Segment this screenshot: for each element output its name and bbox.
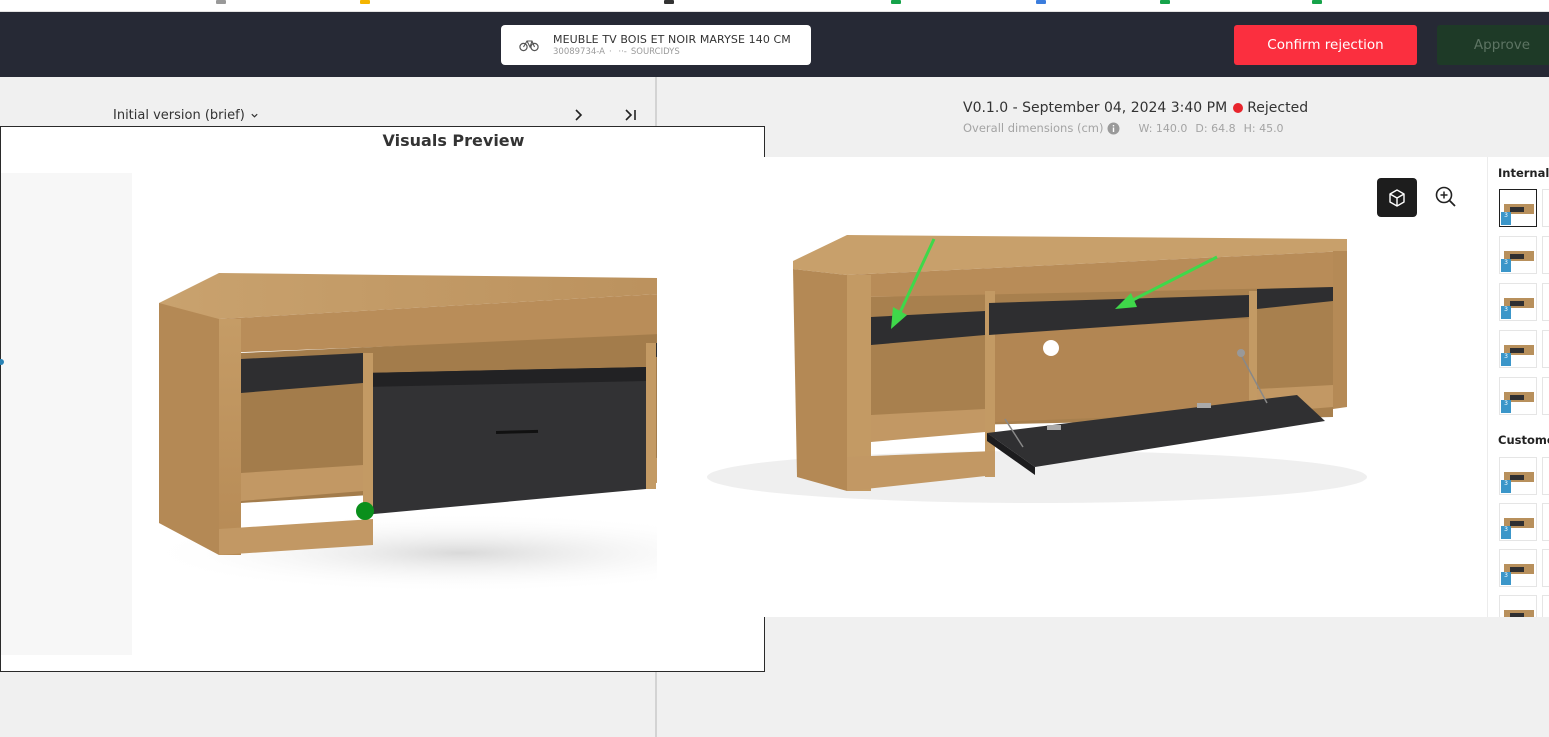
- thumbnail[interactable]: [1542, 236, 1549, 274]
- annotation-marker[interactable]: [356, 502, 374, 520]
- thumbnail[interactable]: [1542, 283, 1549, 321]
- version-line: V0.1.0 - September 04, 2024 3:40 PM Reje…: [963, 100, 1308, 116]
- review-topbar: MEUBLE TV BOIS ET NOIR MARYSE 140 CM 300…: [0, 12, 1549, 77]
- thumbnail[interactable]: [1542, 330, 1549, 368]
- 3d-view-button[interactable]: [1377, 178, 1417, 217]
- bookmark-icon[interactable]: [1312, 0, 1322, 4]
- render-viewer[interactable]: [657, 157, 1487, 617]
- customer-heading: Customer: [1498, 433, 1549, 447]
- dimension-height: H: 45.0: [1243, 121, 1284, 135]
- status-badge: Rejected: [1247, 100, 1309, 116]
- thumbnail-badge: 3: [1501, 526, 1511, 539]
- thumbnail[interactable]: 3: [1499, 457, 1537, 495]
- thumbnail[interactable]: 3: [1499, 377, 1537, 415]
- thumbnail-column: Internal 3 3 3 3 3 Customer 3 3 3 3: [1487, 157, 1549, 617]
- bookmark-icon[interactable]: [360, 0, 370, 4]
- skip-last-icon[interactable]: [624, 108, 638, 122]
- bike-icon: [519, 40, 539, 52]
- chevron-down-icon: [251, 113, 258, 118]
- bookmark-icon[interactable]: [1160, 0, 1170, 4]
- thumbnail-badge: 3: [1501, 306, 1511, 319]
- version-selector-label: Initial version (brief): [113, 108, 245, 123]
- dimension-depth: D: 64.8: [1195, 121, 1236, 135]
- thumbnail[interactable]: [1542, 503, 1549, 541]
- bookmark-icon[interactable]: [891, 0, 901, 4]
- browser-bookmark-strip: [0, 0, 1549, 12]
- thumbnail[interactable]: 3: [1499, 236, 1537, 274]
- thumbnail[interactable]: [1542, 189, 1549, 227]
- visuals-preview-window[interactable]: Visuals Preview: [0, 126, 765, 672]
- thumbnail[interactable]: 3: [1499, 549, 1537, 587]
- product-chip[interactable]: MEUBLE TV BOIS ET NOIR MARYSE 140 CM 300…: [501, 25, 811, 65]
- thumbnail[interactable]: [1542, 549, 1549, 587]
- thumbnail-image: [1504, 610, 1534, 617]
- version-label: V0.1.0 - September 04, 2024 3:40 PM: [963, 100, 1228, 116]
- preview-side-pane: [1, 173, 132, 655]
- bookmark-icon[interactable]: [664, 0, 674, 4]
- version-selector[interactable]: Initial version (brief): [113, 108, 259, 123]
- chevron-right-icon[interactable]: [573, 108, 585, 122]
- meta-separator: ·: [608, 46, 612, 57]
- product-sku: 30089734-A: [553, 46, 605, 57]
- thumbnail-badge: 3: [1501, 400, 1511, 413]
- thumbnail-badge: 3: [1501, 480, 1511, 493]
- product-supplier: SOURCIDYS: [630, 46, 680, 57]
- right-panel-header: V0.1.0 - September 04, 2024 3:40 PM Reje…: [657, 77, 1549, 157]
- zoom-in-icon[interactable]: [1433, 184, 1459, 210]
- thumbnail[interactable]: [1542, 377, 1549, 415]
- confirm-rejection-button[interactable]: Confirm rejection: [1234, 25, 1417, 65]
- status-dot: [1233, 103, 1244, 113]
- thumbnail[interactable]: 3: [1499, 503, 1537, 541]
- cube-3d-icon: [1389, 188, 1405, 207]
- thumbnail[interactable]: [1542, 595, 1549, 617]
- thumbnail-badge: 3: [1501, 259, 1511, 272]
- internal-heading: Internal: [1498, 166, 1549, 180]
- thumbnail[interactable]: 3: [1499, 189, 1537, 227]
- left-panel-header: Initial version (brief): [0, 77, 655, 127]
- thumbnail-badge: 3: [1501, 353, 1511, 366]
- thumbnail-badge: 3: [1501, 572, 1511, 585]
- info-icon[interactable]: [1107, 122, 1120, 135]
- dimensions-label: Overall dimensions (cm): [963, 121, 1104, 135]
- supplier-icon: ··-: [618, 46, 627, 57]
- thumbnail[interactable]: [1542, 457, 1549, 495]
- bookmark-icon[interactable]: [1036, 0, 1046, 4]
- render-product-image: [707, 235, 1367, 503]
- dimensions-line: Overall dimensions (cm) W: 140.0 D: 64.8…: [963, 121, 1292, 135]
- product-meta: 30089734-A · ··- SOURCIDYS: [553, 46, 791, 58]
- thumbnail[interactable]: 3: [1499, 330, 1537, 368]
- dimension-width: W: 140.0: [1138, 121, 1188, 135]
- thumbnail[interactable]: 3: [1499, 283, 1537, 321]
- product-title: MEUBLE TV BOIS ET NOIR MARYSE 140 CM: [553, 32, 791, 46]
- approve-button[interactable]: Approve: [1437, 25, 1549, 65]
- bookmark-icon[interactable]: [216, 0, 226, 4]
- thumbnail-badge: 3: [1501, 212, 1511, 225]
- thumbnail[interactable]: 3: [1499, 595, 1537, 617]
